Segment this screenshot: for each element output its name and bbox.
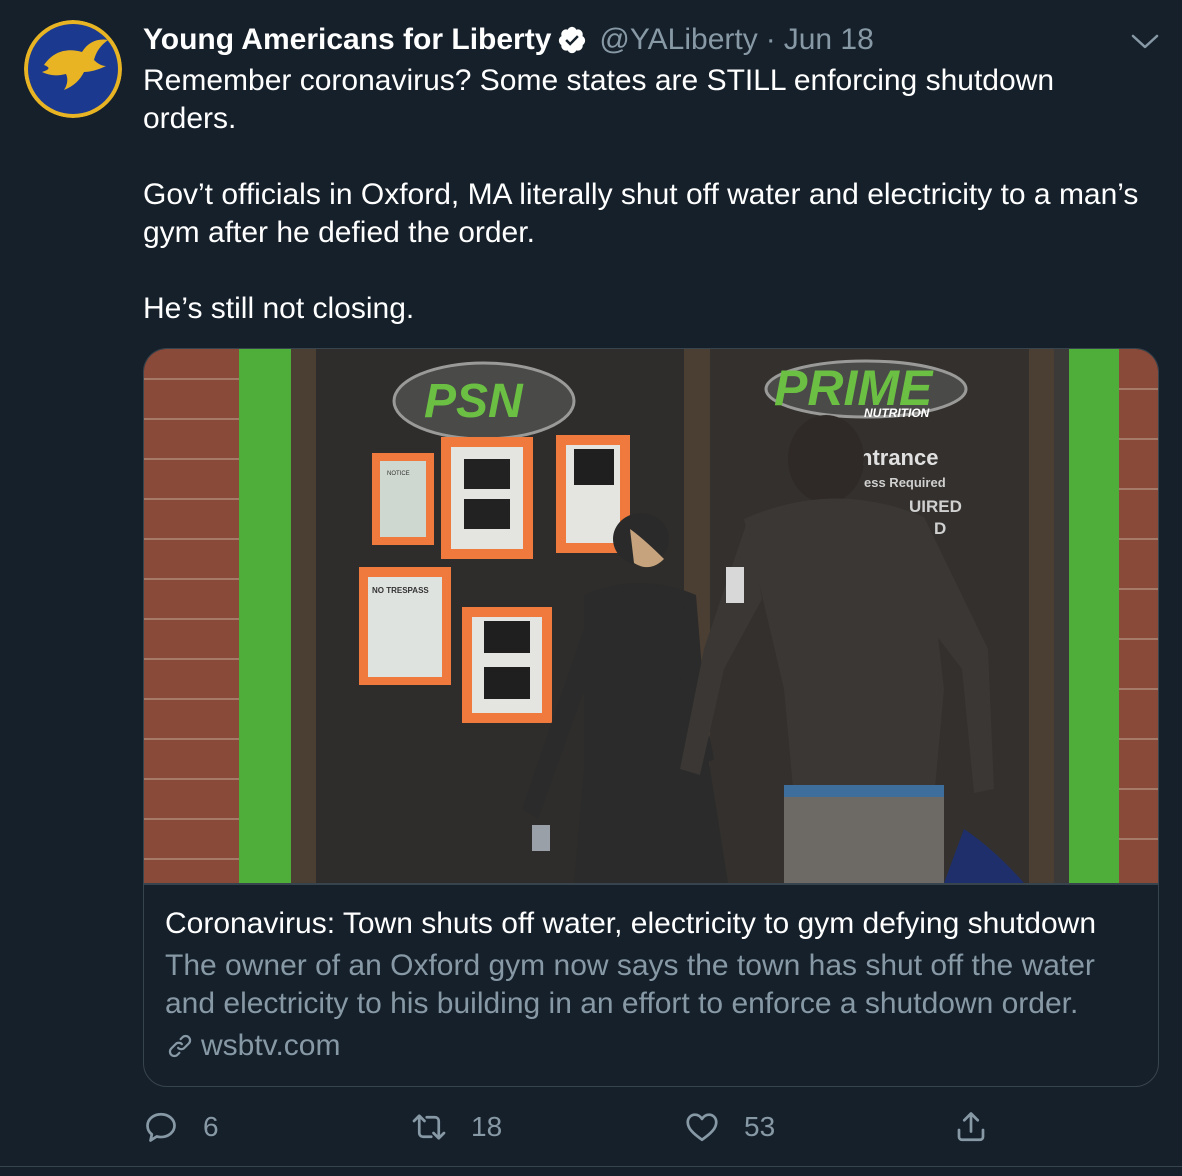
avatar[interactable] xyxy=(24,20,122,118)
reply-count: 6 xyxy=(203,1111,219,1142)
display-name[interactable]: Young Americans for Liberty xyxy=(143,23,551,57)
door-sign-text: D xyxy=(934,519,946,538)
like-count: 53 xyxy=(744,1111,776,1142)
reply-icon xyxy=(146,1112,176,1142)
heart-icon xyxy=(686,1113,718,1142)
nutrition-text: NUTRITION xyxy=(864,406,930,420)
tweet-date[interactable]: Jun 18 xyxy=(784,23,874,57)
link-icon xyxy=(168,1034,192,1058)
card-domain-text: wsbtv.com xyxy=(201,1029,341,1062)
verified-badge-icon xyxy=(557,25,587,55)
reply-button[interactable]: 6 xyxy=(143,1104,219,1150)
card-description: The owner of an Oxford gym now says the … xyxy=(165,949,1095,1020)
chevron-down-icon xyxy=(1131,34,1159,49)
card-domain[interactable]: wsbtv.com xyxy=(165,1027,340,1065)
like-button[interactable]: 53 xyxy=(684,1104,775,1150)
tweet-text-paragraph: Remember coronavirus? Some states are ST… xyxy=(143,64,1055,135)
door-sign-text: ess Required xyxy=(864,475,946,490)
psn-logo-text: PSN xyxy=(424,375,524,428)
card-image[interactable]: PSN PRIME NUTRITION ntrance ess Required… xyxy=(144,349,1158,883)
notice-text: NOTICE xyxy=(387,471,410,477)
link-card[interactable]: PSN PRIME NUTRITION ntrance ess Required… xyxy=(143,348,1159,1087)
card-divider xyxy=(144,883,1158,885)
eagle-logo-icon xyxy=(24,20,122,118)
tweet-text: Remember coronavirus? Some states are ST… xyxy=(143,62,1143,328)
share-button[interactable] xyxy=(953,1104,989,1150)
door-sign-text: ntrance xyxy=(859,445,938,470)
tweet-divider xyxy=(0,1166,1182,1167)
separator-dot: · xyxy=(765,23,776,56)
tweet-actions: 6 18 53 xyxy=(143,1104,1143,1150)
tweet[interactable]: Young Americans for Liberty @YALiberty ·… xyxy=(0,0,1182,1176)
retweet-button[interactable]: 18 xyxy=(411,1104,502,1150)
tweet-text-paragraph: Gov’t officials in Oxford, MA literally … xyxy=(143,178,1139,249)
card-title[interactable]: Coronavirus: Town shuts off water, elect… xyxy=(165,905,1150,943)
retweet-icon xyxy=(412,1114,446,1140)
tweet-text-paragraph: He’s still not closing. xyxy=(143,292,415,325)
tweet-menu-button[interactable] xyxy=(1128,26,1162,56)
notice-text: NO TRESPASS xyxy=(372,586,429,595)
handle[interactable]: @YALiberty xyxy=(599,23,757,57)
door-sign-text: UIRED xyxy=(909,497,962,516)
share-icon xyxy=(957,1112,985,1142)
retweet-count: 18 xyxy=(471,1111,503,1142)
tweet-header: Young Americans for Liberty @YALiberty ·… xyxy=(143,20,874,60)
